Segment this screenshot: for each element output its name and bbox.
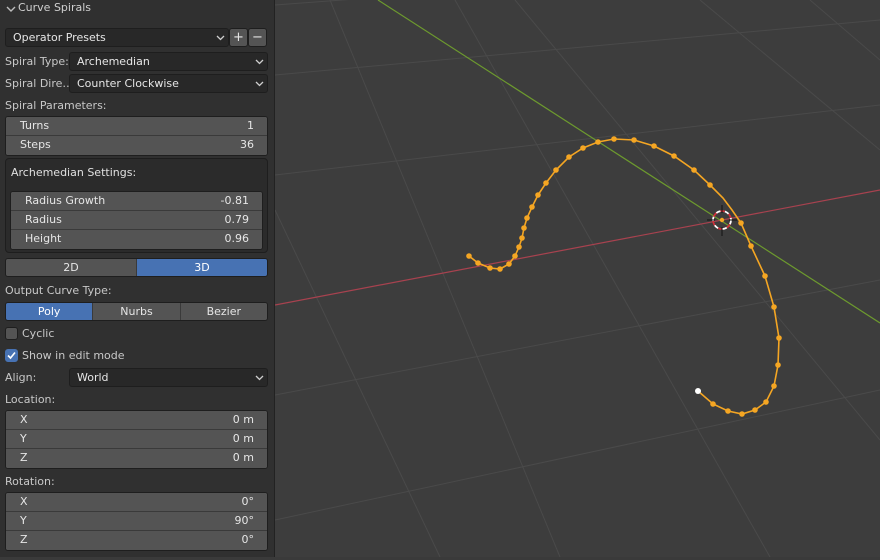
chevron-down-icon bbox=[255, 81, 264, 87]
location-heading: Location: bbox=[5, 393, 56, 406]
archemedian-settings-box: Archemedian Settings: Radius Growth -0.8… bbox=[5, 158, 268, 253]
rotation-y-label: Y bbox=[20, 514, 27, 527]
spiral-parameters-heading: Spiral Parameters: bbox=[5, 99, 107, 112]
operator-panel: Curve Spirals Operator Presets + − Spira… bbox=[0, 0, 275, 557]
y-axis-line bbox=[377, 0, 880, 324]
x-axis-line bbox=[274, 189, 880, 306]
turns-field[interactable]: Turns 1 bbox=[6, 117, 267, 136]
rotation-group: X 0° Y 90° Z 0° bbox=[5, 492, 268, 551]
archemedian-settings-heading: Archemedian Settings: bbox=[11, 166, 137, 179]
rotation-z-value: 0° bbox=[241, 533, 255, 546]
chevron-down-icon bbox=[216, 35, 225, 41]
location-x-label: X bbox=[20, 413, 28, 426]
radius-label: Radius bbox=[25, 213, 62, 226]
rotation-x-value: 0° bbox=[241, 495, 255, 508]
steps-label: Steps bbox=[20, 138, 51, 151]
3d-viewport[interactable] bbox=[274, 0, 880, 558]
cyclic-label: Cyclic bbox=[22, 327, 55, 340]
output-curve-type-toggle: Poly Nurbs Bezier bbox=[5, 302, 268, 321]
spiral-type-dropdown[interactable]: Archemedian bbox=[69, 52, 268, 71]
spiral-type-label: Spiral Type: bbox=[5, 55, 69, 68]
turns-label: Turns bbox=[20, 119, 50, 132]
radius-value: 0.79 bbox=[224, 213, 250, 226]
rotation-x-field[interactable]: X 0° bbox=[6, 493, 267, 512]
radius-growth-label: Radius Growth bbox=[25, 194, 106, 207]
turns-value: 1 bbox=[247, 119, 254, 132]
active-vertex bbox=[695, 388, 701, 394]
height-label: Height bbox=[25, 232, 62, 245]
spiral-vertices bbox=[466, 136, 782, 417]
location-group: X 0 m Y 0 m Z 0 m bbox=[5, 410, 268, 469]
location-x-field[interactable]: X 0 m bbox=[6, 411, 267, 430]
radius-field[interactable]: Radius 0.79 bbox=[11, 211, 262, 230]
output-poly-button[interactable]: Poly bbox=[6, 303, 94, 320]
location-y-field[interactable]: Y 0 m bbox=[6, 430, 267, 449]
location-y-value: 0 m bbox=[232, 432, 254, 445]
height-field[interactable]: Height 0.96 bbox=[11, 230, 262, 249]
radius-growth-value: -0.81 bbox=[220, 194, 249, 207]
align-value: World bbox=[77, 371, 109, 384]
panel-title: Curve Spirals bbox=[18, 1, 92, 14]
add-preset-button[interactable]: + bbox=[229, 28, 248, 47]
operator-presets-label: Operator Presets bbox=[13, 31, 106, 44]
viewport-canvas bbox=[274, 0, 880, 558]
floor-grid bbox=[274, 0, 880, 558]
spiral-type-value: Archemedian bbox=[77, 55, 150, 68]
chevron-down-icon bbox=[255, 59, 264, 65]
output-bezier-button[interactable]: Bezier bbox=[180, 303, 267, 320]
spiral-parameters-group: Turns 1 Steps 36 bbox=[5, 116, 268, 156]
steps-field[interactable]: Steps 36 bbox=[6, 136, 267, 155]
rotation-heading: Rotation: bbox=[5, 475, 55, 488]
location-z-field[interactable]: Z 0 m bbox=[6, 449, 267, 468]
align-dropdown[interactable]: World bbox=[69, 368, 268, 387]
radius-growth-field[interactable]: Radius Growth -0.81 bbox=[11, 192, 262, 211]
spiral-curve bbox=[468, 138, 780, 415]
rotation-y-value: 90° bbox=[234, 514, 255, 527]
spiral-direction-value: Counter Clockwise bbox=[77, 77, 179, 90]
checkmark-icon bbox=[7, 351, 16, 360]
spiral-direction-dropdown[interactable]: Counter Clockwise bbox=[69, 74, 268, 93]
dimension-3d-button[interactable]: 3D bbox=[137, 259, 267, 276]
rotation-x-label: X bbox=[20, 495, 28, 508]
chevron-down-icon bbox=[255, 375, 264, 381]
location-y-label: Y bbox=[20, 432, 27, 445]
operator-presets-dropdown[interactable]: Operator Presets bbox=[5, 28, 229, 47]
rotation-y-field[interactable]: Y 90° bbox=[6, 512, 267, 531]
location-z-value: 0 m bbox=[232, 451, 254, 464]
steps-value: 36 bbox=[240, 138, 254, 151]
rotation-z-label: Z bbox=[20, 533, 28, 546]
remove-preset-button[interactable]: − bbox=[248, 28, 267, 47]
align-label: Align: bbox=[5, 371, 37, 384]
output-curve-type-label: Output Curve Type: bbox=[5, 284, 112, 297]
dimension-toggle: 2D 3D bbox=[5, 258, 268, 277]
height-value: 0.96 bbox=[224, 232, 250, 245]
location-z-label: Z bbox=[20, 451, 28, 464]
rotation-z-field[interactable]: Z 0° bbox=[6, 531, 267, 550]
archemedian-settings-group: Radius Growth -0.81 Radius 0.79 Height 0… bbox=[10, 191, 263, 250]
cyclic-checkbox[interactable] bbox=[5, 327, 18, 340]
spiral-direction-label: Spiral Dire… bbox=[5, 77, 74, 90]
collapse-chevron-icon[interactable] bbox=[6, 4, 16, 14]
show-in-edit-mode-checkbox[interactable] bbox=[5, 349, 18, 362]
show-in-edit-mode-label: Show in edit mode bbox=[22, 349, 125, 362]
location-x-value: 0 m bbox=[232, 413, 254, 426]
output-nurbs-button[interactable]: Nurbs bbox=[93, 303, 181, 320]
dimension-2d-button[interactable]: 2D bbox=[6, 259, 137, 276]
